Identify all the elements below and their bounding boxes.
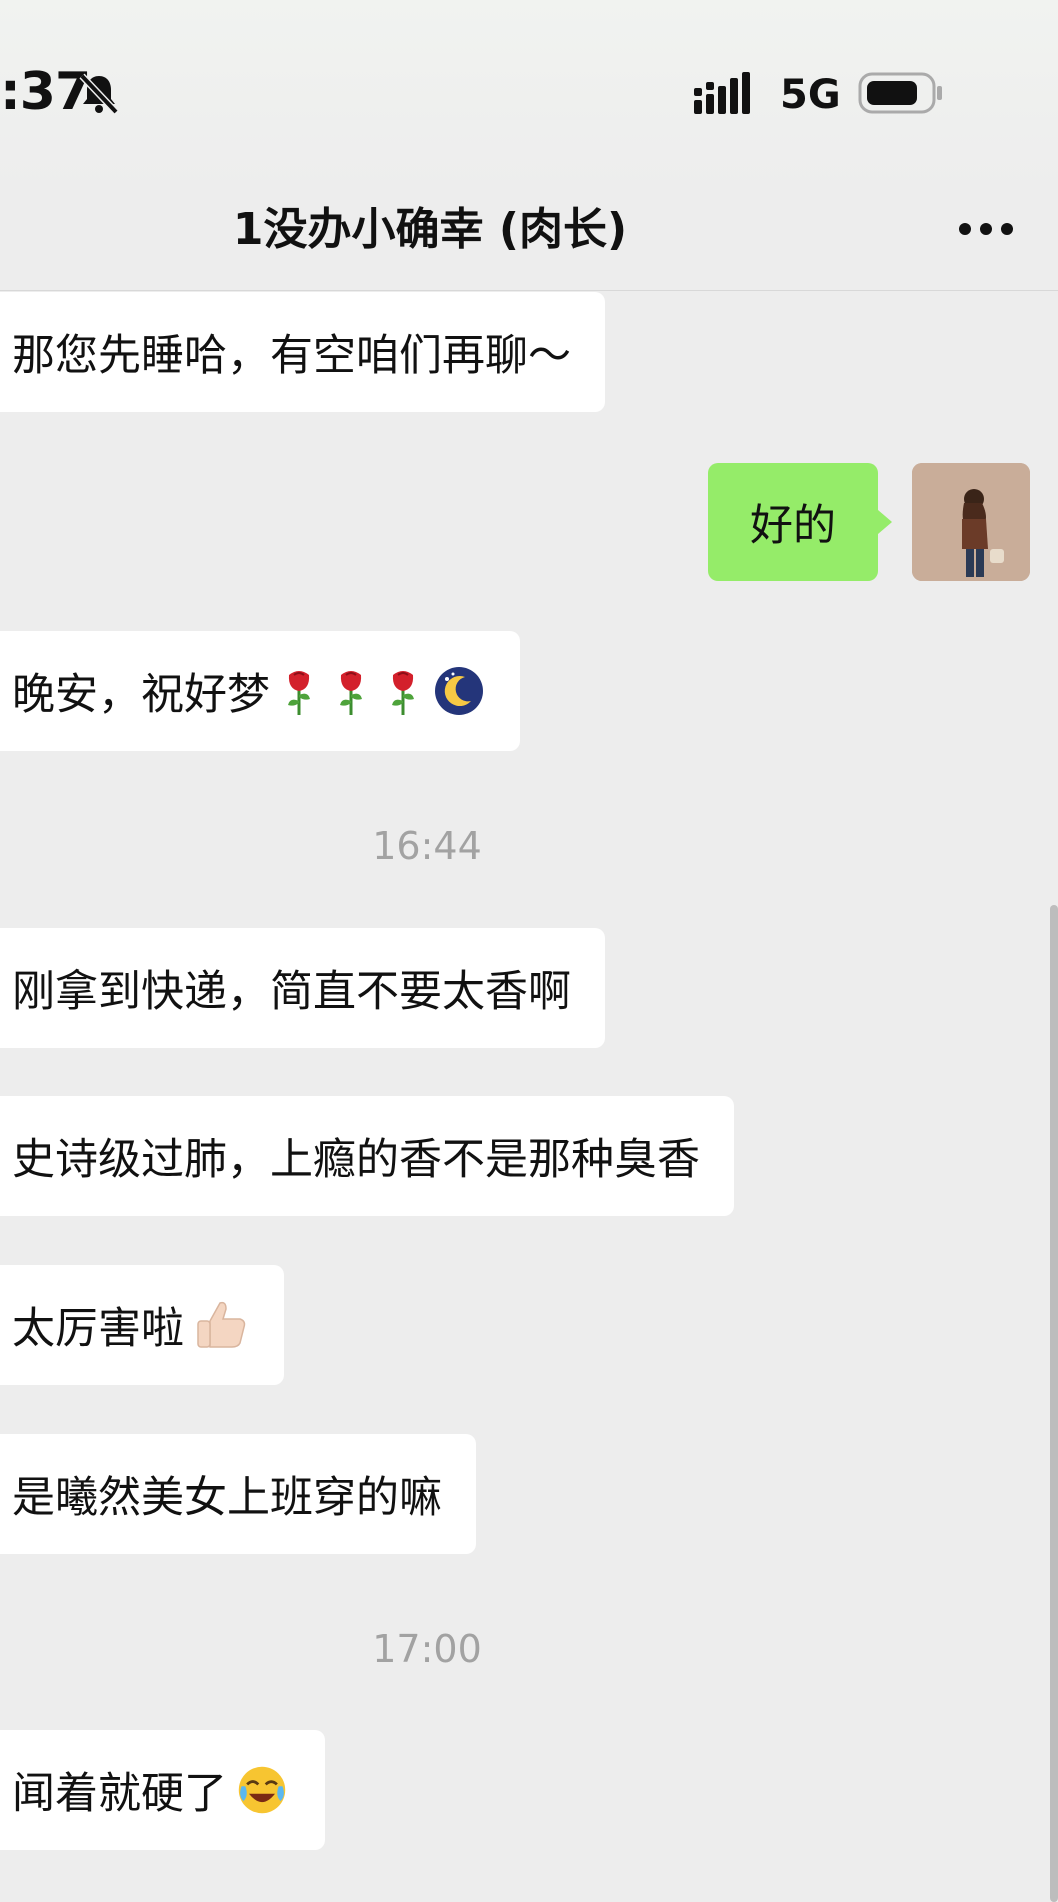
- laughing-crying-emoji: [238, 1766, 286, 1814]
- message-text: 闻着就硬了: [12, 1769, 227, 1819]
- message-bubble[interactable]: 闻着就硬了: [0, 1730, 325, 1850]
- moon-emoji: [435, 667, 483, 715]
- message-text: 史诗级过肺，上瘾的香不是那种臭香: [12, 1135, 700, 1185]
- thumbs-up-emoji: [197, 1301, 246, 1348]
- scrollbar[interactable]: [1050, 905, 1058, 1902]
- signal-icon: [694, 72, 750, 114]
- message-bubble[interactable]: 刚拿到快递，简直不要太香啊: [0, 928, 605, 1048]
- message-text: 是曦然美女上班穿的嘛: [12, 1473, 442, 1523]
- message-text: 好的: [750, 501, 836, 551]
- message-text: 刚拿到快递，简直不要太香啊: [12, 967, 571, 1017]
- bell-muted-icon: [79, 73, 119, 115]
- avatar[interactable]: [912, 463, 1030, 581]
- message-bubble-self[interactable]: 好的: [708, 463, 892, 581]
- timestamp: 17:00: [372, 1627, 482, 1671]
- message-bubble[interactable]: 史诗级过肺，上瘾的香不是那种臭香: [0, 1096, 734, 1216]
- message-text: 那您先睡哈，有空咱们再聊～: [12, 331, 571, 381]
- message-text: 晚安，祝好梦: [12, 670, 270, 720]
- message-bubble[interactable]: 太厉害啦: [0, 1265, 284, 1385]
- message-bubble[interactable]: 那您先睡哈，有空咱们再聊～: [0, 292, 605, 412]
- rose-emoji: [340, 671, 362, 715]
- message-bubble[interactable]: 是曦然美女上班穿的嘛: [0, 1434, 476, 1554]
- message-text: 太厉害啦: [12, 1304, 184, 1354]
- rose-emoji: [288, 671, 310, 715]
- status-bar: :37 5G: [0, 0, 1058, 190]
- timestamp: 16:44: [372, 824, 482, 868]
- network-type: 5G: [780, 72, 841, 118]
- battery-icon: [858, 72, 942, 114]
- message-bubble[interactable]: 晚安，祝好梦: [0, 631, 520, 751]
- chat-title: 1没办小确幸 (肉长): [232, 204, 628, 255]
- chat-header: 1没办小确幸 (肉长): [0, 190, 1058, 291]
- more-icon[interactable]: [958, 222, 1014, 236]
- avatar-illustration: [912, 463, 1030, 581]
- rose-emoji: [392, 671, 414, 715]
